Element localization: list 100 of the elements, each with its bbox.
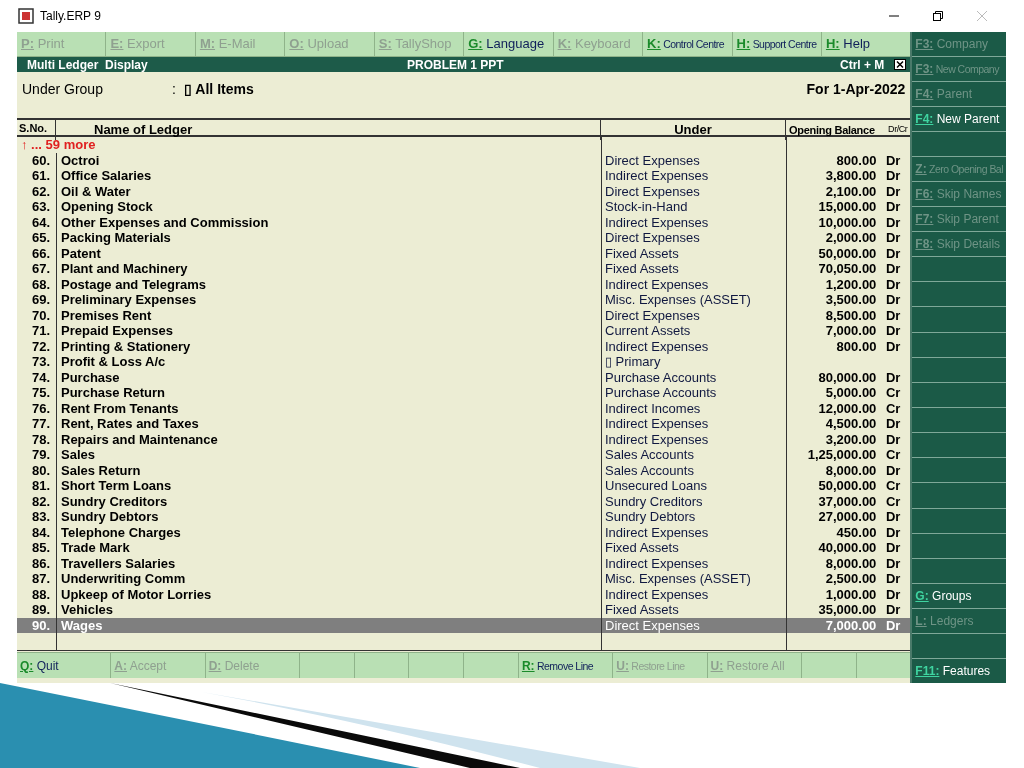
balance-amount: 12,000.00 [818, 400, 877, 416]
ledger-row[interactable]: 74. Purchase Purchase Accounts 80,000.00 Dr [17, 369, 911, 385]
ledger-row[interactable]: 64. Other Expenses and Commission Indirect Expenses 10,000.00 Dr [17, 214, 911, 230]
function-key-button[interactable]: Q: Quit [17, 653, 111, 678]
balance-amount: 3,200.00 [825, 431, 877, 447]
serial-number: 85. [30, 540, 51, 556]
restore-icon[interactable] [932, 10, 944, 22]
balance-amount: 27,000.00 [818, 509, 877, 525]
ledger-row[interactable]: 85. Trade Mark Fixed Assets 40,000.00 Dr [17, 540, 911, 556]
ledger-row[interactable]: 68. Postage and Telegrams Indirect Expenses 1,200.00 Dr [17, 276, 911, 292]
serial-number: 82. [30, 493, 51, 509]
side-key-button[interactable]: F4: New Parent [912, 107, 1006, 131]
serial-number: 83. [30, 509, 51, 525]
ledger-row[interactable]: 83. Sundry Debtors Sundry Debtors 27,000.00 Dr [17, 509, 911, 525]
ledger-row[interactable]: 70. Premises Rent Direct Expenses 8,500.00 Dr [17, 307, 911, 323]
ledger-row[interactable]: 86. Travellers Salaries Indirect Expenses 8,000.00 Dr [17, 555, 911, 571]
balance-amount: 1,25,000.00 [807, 447, 877, 463]
dr-cr-text: Dr [884, 152, 901, 168]
ledger-row[interactable]: 78. Repairs and Maintenance Indirect Expenses 3,200.00 Dr [17, 431, 911, 447]
group-name: Indirect Expenses [601, 168, 786, 184]
group-name: Indirect Expenses [601, 276, 786, 292]
report-title: Multi Ledger Display [27, 56, 149, 74]
balance-amount: 3,500.00 [825, 292, 877, 308]
dr-cr-text: Dr [884, 261, 901, 277]
group-name: Indirect Expenses [601, 214, 786, 230]
group-name: Stock-in-Hand [601, 199, 786, 215]
function-key-button[interactable]: R: Remove Line [518, 653, 613, 678]
side-key-button[interactable]: G: Groups [912, 583, 1006, 608]
dr-cr-text: Dr [884, 540, 901, 556]
group-name: Indirect Expenses [601, 555, 786, 571]
ledger-row[interactable]: 87. Underwriting Comm Misc. Expenses (ASSET) 2,500.00 Dr [17, 571, 911, 587]
serial-number: 64. [30, 214, 51, 230]
balance-amount: 8,000.00 [825, 462, 877, 478]
serial-number: 75. [30, 385, 51, 401]
balance-amount: 2,000.00 [825, 230, 877, 246]
serial-number: 74. [30, 369, 51, 385]
ledger-row[interactable]: 67. Plant and Machinery Fixed Assets 70,050.00 Dr [17, 261, 911, 277]
ledger-row[interactable]: 63. Opening Stock Stock-in-Hand 15,000.00 Dr [17, 199, 911, 215]
ledger-name: Sales Return [56, 462, 601, 478]
ledger-name: Purchase [56, 369, 601, 385]
app-icon [18, 8, 34, 24]
serial-number: 79. [30, 447, 51, 463]
serial-number: 90. [30, 617, 51, 633]
ledger-row[interactable]: 69. Preliminary Expenses Misc. Expenses (ASSET) 3,500.00 Dr [17, 292, 911, 308]
function-key-button[interactable]: H: Support Centre [732, 32, 821, 57]
field-label: Under Group [22, 80, 104, 99]
group-name: Indirect Expenses [601, 416, 786, 432]
ledger-row[interactable]: 73. Profit & Loss A/c ▯ Primary [17, 354, 911, 370]
balance-amount: 4,500.00 [825, 416, 877, 432]
ledger-row[interactable]: 77. Rent, Rates and Taxes Indirect Expenses 4,500.00 Dr [17, 416, 911, 432]
group-name: Unsecured Loans [601, 478, 786, 494]
ledger-row[interactable]: 66. Patent Fixed Assets 50,000.00 Dr [17, 245, 911, 261]
ledger-row[interactable]: 76. Rent From Tenants Indirect Incomes 12,000.00 Cr [17, 400, 911, 416]
ledger-name: Other Expenses and Commission [56, 214, 601, 230]
ledger-row[interactable]: 89. Vehicles Fixed Assets 35,000.00 Dr [17, 602, 911, 618]
function-key-button[interactable]: K: Control Centre [643, 32, 732, 57]
field-colon: : [172, 80, 177, 99]
window-title: Tally.ERP 9 [40, 8, 101, 25]
ledger-name: Opening Stock [56, 199, 601, 215]
ledger-row[interactable]: 84. Telephone Charges Indirect Expenses 450.00 Dr [17, 524, 911, 540]
side-key-button[interactable]: F11: Features [912, 659, 1006, 683]
group-name: Sundry Creditors [601, 493, 786, 509]
group-name: ▯ Primary [601, 354, 786, 370]
dr-cr-text: Dr [884, 307, 901, 323]
dr-cr-text: Cr [884, 447, 901, 463]
dr-cr-text: Cr [884, 478, 901, 494]
close-icon[interactable] [894, 59, 907, 70]
balance-amount: 50,000.00 [818, 245, 877, 261]
more-indicator[interactable]: ↑ ... 59 more [17, 137, 96, 153]
ledger-row[interactable]: 81. Short Term Loans Unsecured Loans 50,000.00 Cr [17, 478, 911, 494]
ledger-name: Repairs and Maintenance [56, 431, 601, 447]
ledger-row[interactable]: 72. Printing & Stationery Indirect Expenses 800.00 Dr [17, 338, 911, 354]
ledger-row[interactable]: 88. Upkeep of Motor Lorries Indirect Expenses 1,000.00 Dr [17, 586, 911, 602]
balance-amount: 15,000.00 [818, 199, 877, 215]
dr-cr-text: Dr [884, 462, 901, 478]
dr-cr-text: Dr [884, 524, 901, 540]
ledger-row[interactable]: 75. Purchase Return Purchase Accounts 5,000.00 Cr [17, 385, 911, 401]
ledger-row[interactable]: 61. Office Salaries Indirect Expenses 3,800.00 Dr [17, 168, 911, 184]
dr-cr-text: Dr [884, 369, 901, 385]
ledger-name: Plant and Machinery [56, 261, 601, 277]
dr-cr-text: Dr [884, 571, 901, 587]
dr-cr-text: Dr [884, 338, 901, 354]
ledger-row[interactable]: 90. Wages Direct Expenses 7,000.00 Dr [17, 617, 911, 633]
ledger-row[interactable]: 60. Octroi Direct Expenses 800.00 Dr [17, 152, 911, 168]
dr-cr-text: Dr [884, 183, 901, 199]
ledger-row[interactable]: 71. Prepaid Expenses Current Assets 7,000.00 Dr [17, 323, 911, 339]
dr-cr-text: Dr [884, 199, 901, 215]
ledger-name: Printing & Stationery [56, 338, 601, 354]
dr-cr-text: Cr [884, 385, 901, 401]
ledger-row[interactable]: 65. Packing Materials Direct Expenses 2,000.00 Dr [17, 230, 911, 246]
ledger-row[interactable]: 79. Sales Sales Accounts 1,25,000.00 Cr [17, 447, 911, 463]
function-key-button[interactable]: G: Language [464, 32, 553, 57]
ledger-row[interactable]: 82. Sundry Creditors Sundry Creditors 37,000.00 Cr [17, 493, 911, 509]
column-header: Name of Ledger [56, 120, 601, 140]
group-name: Sales Accounts [601, 447, 786, 463]
ledger-row[interactable]: 62. Oil & Water Direct Expenses 2,100.00 Dr [17, 183, 911, 199]
ledger-row[interactable]: 80. Sales Return Sales Accounts 8,000.00 Dr [17, 462, 911, 478]
balance-amount: 50,000.00 [818, 478, 877, 494]
function-key-button[interactable]: H: Help [821, 32, 911, 57]
serial-number: 69. [30, 292, 51, 308]
